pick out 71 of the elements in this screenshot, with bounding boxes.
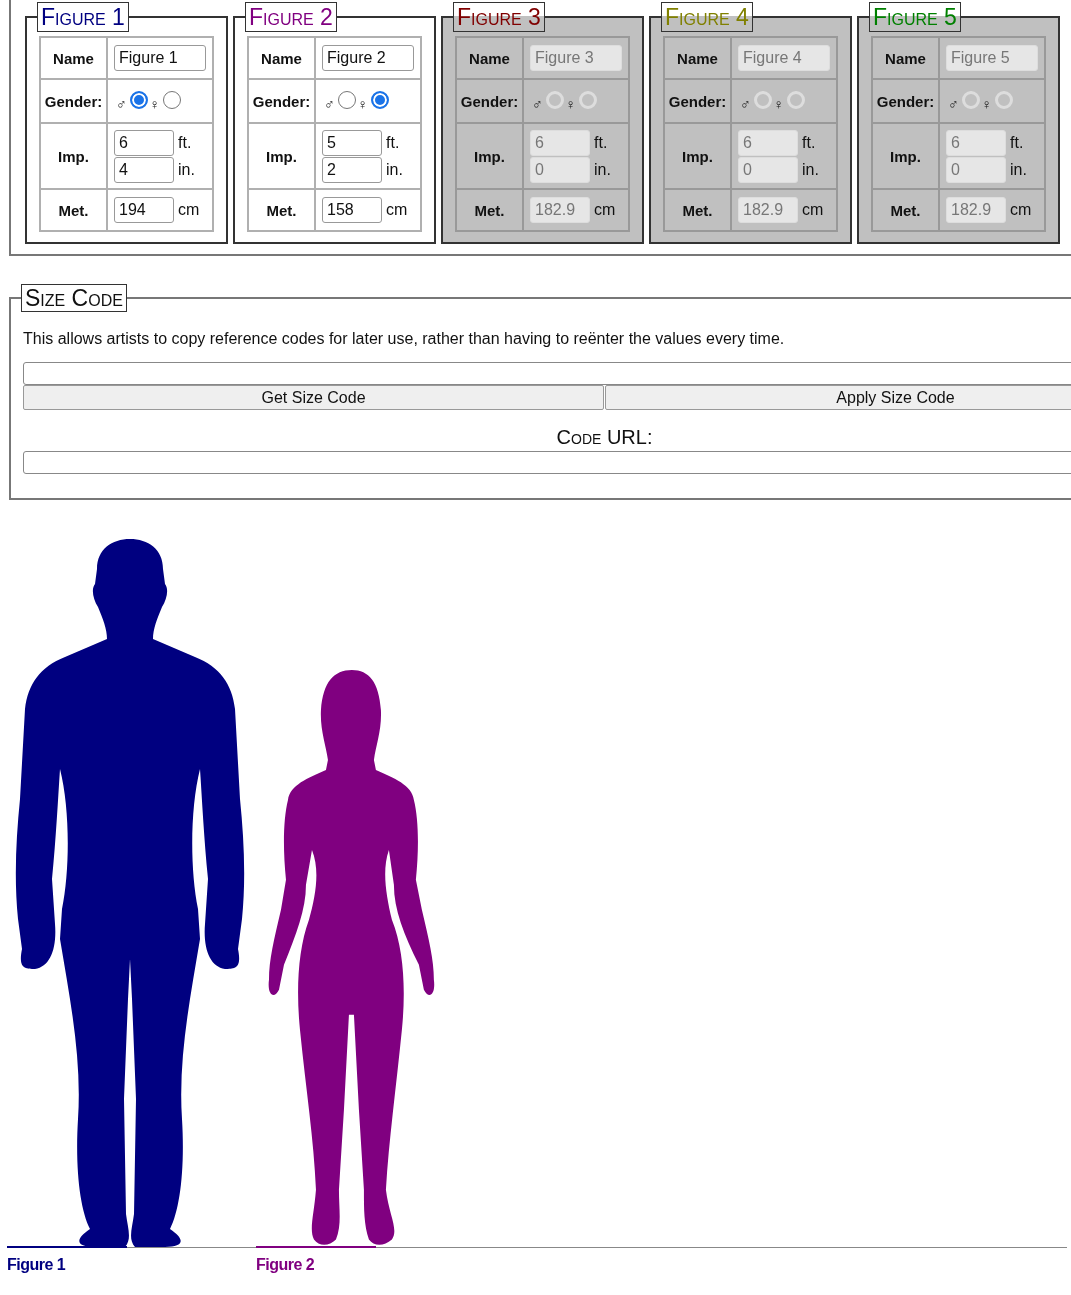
figure-title: Figure 4 [661, 2, 753, 32]
field-label: Met. [474, 201, 505, 219]
radio-button[interactable] [337, 91, 356, 110]
field-label: Met. [682, 201, 713, 219]
unit-label: ft. [594, 133, 608, 152]
unit-label: cm [178, 201, 200, 219]
field-label: Met. [890, 201, 921, 219]
field-label: Name [885, 49, 926, 67]
unit-label: cm [594, 201, 616, 219]
field-label: Gender: [252, 92, 311, 110]
female-symbol: ♀ [149, 95, 160, 112]
unit-label: in. [1010, 160, 1027, 179]
figure-label: Figure 1 [7, 1256, 67, 1274]
figure-title: Figure 3 [453, 2, 545, 32]
section-title: Size Code [21, 284, 127, 312]
unit-label: in. [386, 160, 403, 179]
input-field[interactable]: Figure 2 [322, 45, 414, 71]
field-label: Gender: [668, 92, 727, 110]
field-label: Name [677, 49, 718, 67]
female-symbol: ♀ [981, 95, 992, 112]
radio-button[interactable] [129, 91, 148, 110]
unit-label: cm [1010, 201, 1032, 219]
apply-size-code-button[interactable]: Apply Size Code [605, 385, 1071, 410]
input-field[interactable]: 4 [114, 156, 174, 183]
unit-label: ft. [802, 133, 816, 152]
code-url-label: Code URL: [555, 426, 654, 449]
female-symbol: ♀ [773, 95, 784, 112]
figure-title: Figure 1 [37, 2, 129, 32]
unit-label: in. [178, 160, 195, 179]
code-field[interactable] [23, 362, 1071, 385]
unit-label: in. [802, 160, 819, 179]
unit-label: cm [802, 201, 824, 219]
field-label: Imp. [266, 147, 297, 165]
unit-label: ft. [178, 133, 192, 152]
female-symbol: ♀ [565, 95, 576, 112]
field-label: Gender: [876, 92, 935, 110]
field-label: Met. [58, 201, 89, 219]
field-label: Imp. [890, 147, 921, 165]
male-symbol: ♂ [948, 95, 959, 112]
get-size-code-button[interactable]: Get Size Code [23, 385, 604, 410]
male-symbol: ♂ [740, 95, 751, 112]
unit-label: in. [594, 160, 611, 179]
male-symbol: ♂ [532, 95, 543, 112]
field-label: Name [53, 49, 94, 67]
field-label: Met. [266, 201, 297, 219]
field-label: Imp. [682, 147, 713, 165]
description-text: This allows artists to copy reference codes for later use, rather than having to reënter the values every time. [23, 330, 786, 348]
figure-label: Figure 2 [256, 1256, 316, 1274]
figure-title: Figure 5 [869, 2, 961, 32]
input-field[interactable]: 6 [114, 129, 174, 156]
unit-label: ft. [1010, 133, 1024, 152]
radio-button[interactable] [163, 91, 181, 110]
female-symbol: ♀ [357, 95, 368, 112]
field-label: Gender: [460, 92, 519, 110]
field-label: Gender: [44, 92, 103, 110]
radio-button[interactable] [371, 91, 389, 110]
male-symbol: ♂ [324, 95, 335, 112]
field-label: Name [261, 49, 302, 67]
field-label: Imp. [58, 147, 89, 165]
field-label: Name [469, 49, 510, 67]
unit-label: ft. [386, 133, 400, 152]
input-field[interactable]: 5 [322, 129, 382, 156]
male-symbol: ♂ [116, 95, 127, 112]
code-url-field[interactable] [23, 451, 1071, 474]
input-field[interactable]: 158 [322, 197, 382, 223]
input-field[interactable]: 2 [322, 156, 382, 183]
field-label: Imp. [474, 147, 505, 165]
input-field[interactable]: 194 [114, 197, 174, 223]
unit-label: cm [386, 201, 408, 219]
input-field[interactable]: Figure 1 [114, 45, 206, 71]
figure-title: Figure 2 [245, 2, 337, 32]
